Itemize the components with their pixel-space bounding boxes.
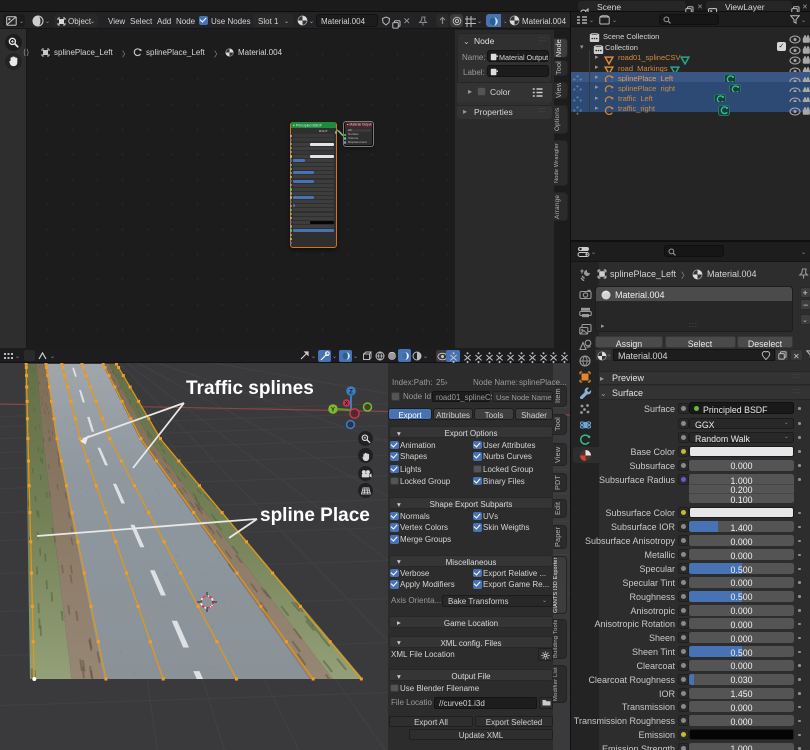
svg-text:X: X — [345, 401, 349, 407]
svg-text:Z: Z — [349, 388, 353, 395]
